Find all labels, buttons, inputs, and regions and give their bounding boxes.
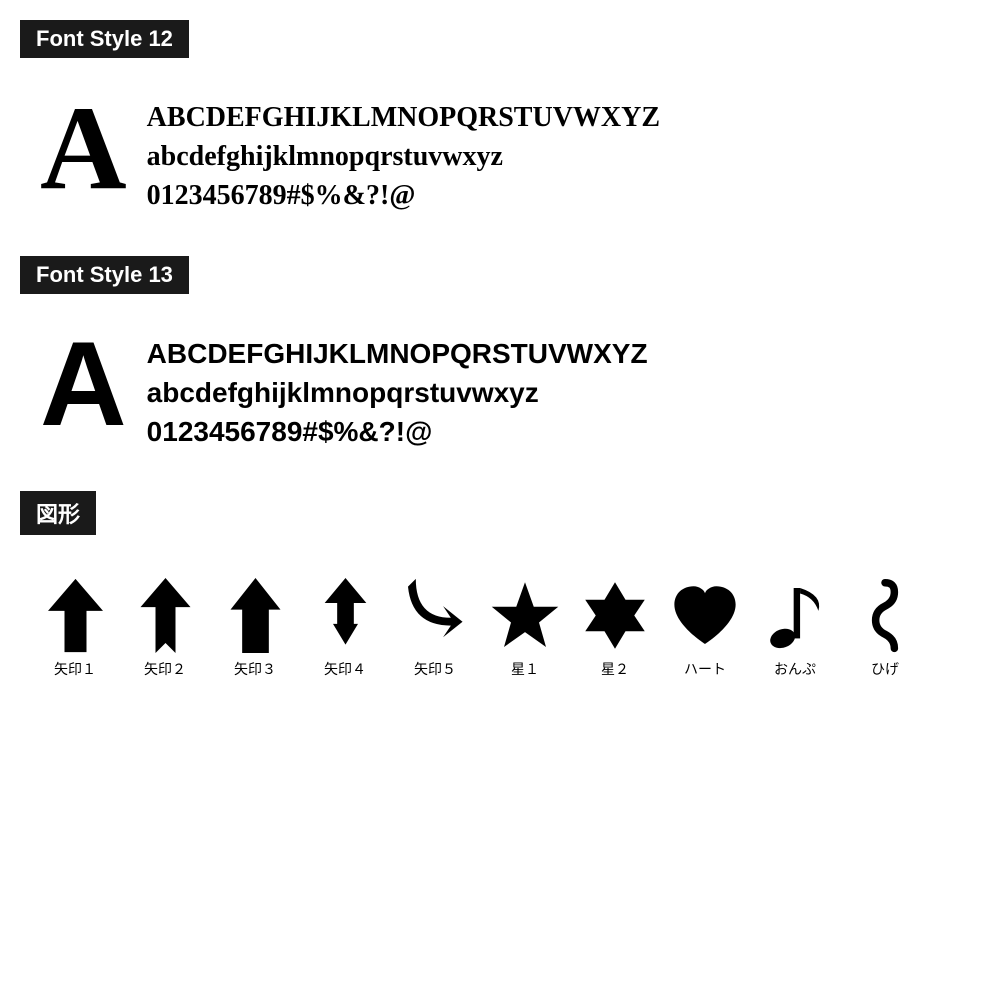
- shapes-header: 図形: [20, 491, 96, 535]
- font-style-12-chars: ABCDEFGHIJKLMNOPQRSTUVWXYZ abcdefghijklm…: [147, 88, 660, 216]
- shape-yajirushi3: 矢印３: [210, 575, 300, 679]
- font-style-12-line2: abcdefghijklmnopqrstuvwxyz: [147, 137, 660, 176]
- hoshi2-label: 星２: [601, 659, 629, 679]
- shape-onpu: おんぷ: [750, 575, 840, 679]
- shapes-grid: 矢印１ 矢印２ 矢印３: [20, 555, 980, 679]
- shapes-section: 図形 矢印１ 矢印２: [20, 491, 980, 679]
- hoshi1-label: 星１: [511, 659, 539, 679]
- yajirushi1-label: 矢印１: [54, 659, 96, 679]
- yajirushi4-icon: [310, 575, 380, 655]
- yajirushi5-icon: [400, 575, 470, 655]
- shape-yajirushi1: 矢印１: [30, 575, 120, 679]
- font-style-13-chars: ABCDEFGHIJKLMNOPQRSTUVWXYZ abcdefghijklm…: [147, 324, 648, 452]
- shape-hoshi2: 星２: [570, 575, 660, 679]
- font-style-12-demo: A ABCDEFGHIJKLMNOPQRSTUVWXYZ abcdefghijk…: [20, 78, 980, 226]
- heart-icon: [670, 575, 740, 655]
- font-style-13-demo: A ABCDEFGHIJKLMNOPQRSTUVWXYZ abcdefghijk…: [20, 314, 980, 462]
- hoshi2-icon: [580, 575, 650, 655]
- font-style-13-section: Font Style 13 A ABCDEFGHIJKLMNOPQRSTUVWX…: [20, 256, 980, 462]
- font-style-12-line1: ABCDEFGHIJKLMNOPQRSTUVWXYZ: [147, 98, 660, 137]
- shape-hoshi1: 星１: [480, 575, 570, 679]
- onpu-label: おんぷ: [774, 659, 816, 679]
- font-style-13-line3: 0123456789#$%&?!@: [147, 412, 648, 451]
- font-style-13-header: Font Style 13: [20, 256, 189, 294]
- font-style-13-big-letter: A: [40, 324, 127, 444]
- shape-heart: ハート: [660, 575, 750, 679]
- yajirushi1-icon: [40, 575, 110, 655]
- yajirushi2-label: 矢印２: [144, 659, 186, 679]
- font-style-12-header: Font Style 12: [20, 20, 189, 58]
- shape-yajirushi2: 矢印２: [120, 575, 210, 679]
- yajirushi2-icon: [130, 575, 200, 655]
- font-style-12-big-letter: A: [40, 88, 127, 208]
- yajirushi3-icon: [220, 575, 290, 655]
- onpu-icon: [760, 575, 830, 655]
- shape-hige: ひげ: [840, 575, 930, 679]
- hige-label: ひげ: [871, 659, 899, 679]
- yajirushi4-label: 矢印４: [324, 659, 366, 679]
- hoshi1-icon: [490, 575, 560, 655]
- yajirushi3-label: 矢印３: [234, 659, 276, 679]
- shape-yajirushi4: 矢印４: [300, 575, 390, 679]
- shape-yajirushi5: 矢印５: [390, 575, 480, 679]
- heart-label: ハート: [684, 659, 726, 679]
- font-style-12-line3: 0123456789#$%&?!@: [147, 176, 660, 215]
- font-style-12-section: Font Style 12 A ABCDEFGHIJKLMNOPQRSTUVWX…: [20, 20, 980, 226]
- font-style-13-line1: ABCDEFGHIJKLMNOPQRSTUVWXYZ: [147, 334, 648, 373]
- font-style-13-line2: abcdefghijklmnopqrstuvwxyz: [147, 373, 648, 412]
- hige-icon: [850, 575, 920, 655]
- yajirushi5-label: 矢印５: [414, 659, 456, 679]
